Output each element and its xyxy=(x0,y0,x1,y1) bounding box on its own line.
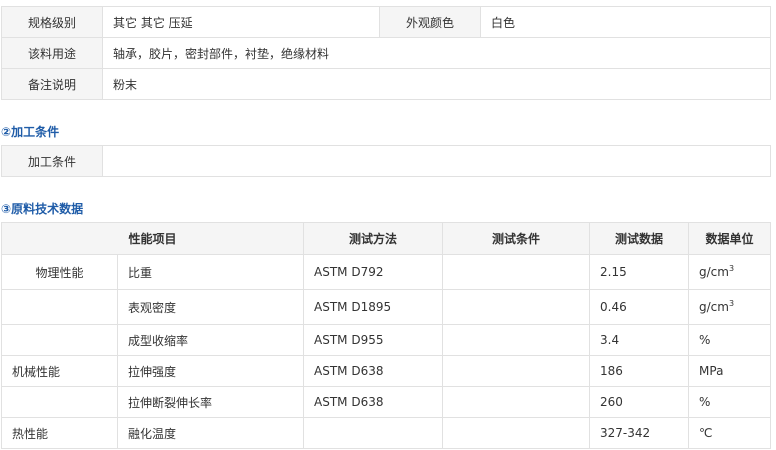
unit-superscript: 3 xyxy=(728,264,735,273)
value-cell: 327-342 xyxy=(589,417,690,449)
processing-label: 加工条件 xyxy=(1,145,103,177)
condition-cell xyxy=(442,324,591,356)
unit-cell: % xyxy=(688,386,772,418)
value-cell: 260 xyxy=(589,386,690,418)
method-cell: ASTM D638 xyxy=(303,386,444,418)
unit-text: % xyxy=(699,395,711,409)
unit-text: g/cm xyxy=(699,300,729,314)
processing-row: 加工条件 xyxy=(1,145,771,177)
usage-row: 该料用途 轴承，胶片，密封部件，衬垫，绝缘材料 xyxy=(1,37,771,69)
usage-label: 该料用途 xyxy=(1,37,103,69)
value-cell: 0.46 xyxy=(589,289,690,325)
condition-cell xyxy=(442,417,591,449)
item-cell: 比重 xyxy=(116,254,305,290)
method-cell: ASTM D1895 xyxy=(303,289,444,325)
usage-value: 轴承，胶片，密封部件，衬垫，绝缘材料 xyxy=(102,37,771,69)
category-cell: 物理性能 xyxy=(1,254,118,290)
item-cell: 表观密度 xyxy=(116,289,305,325)
condition-cell xyxy=(442,254,591,290)
basic-info-table: 规格级别 其它 其它 压延 外观颜色 白色 该料用途 轴承，胶片，密封部件，衬垫… xyxy=(1,6,771,100)
tech-data-section-title: ③原料技术数据 xyxy=(1,202,84,216)
spec-label: 规格级别 xyxy=(1,6,103,38)
unit-cell: MPa xyxy=(688,355,772,387)
unit-text: g/cm xyxy=(699,265,729,279)
unit-cell: % xyxy=(688,324,772,356)
header-unit: 数据单位 xyxy=(688,222,772,255)
tech-data-table: 性能项目 测试方法 测试条件 测试数据 数据单位 物理性能 比重 ASTM D7… xyxy=(0,222,772,449)
item-cell: 融化温度 xyxy=(116,417,305,449)
item-cell: 拉伸强度 xyxy=(116,355,305,387)
condition-cell xyxy=(442,386,591,418)
unit-text: % xyxy=(699,333,711,347)
category-cell xyxy=(1,386,118,418)
table-row: 成型收缩率 ASTM D955 3.4 % xyxy=(1,324,772,356)
category-cell: 热性能 xyxy=(1,417,118,449)
value-cell: 186 xyxy=(589,355,690,387)
processing-section-title: ②加工条件 xyxy=(1,125,60,139)
item-cell: 成型收缩率 xyxy=(116,324,305,356)
header-data: 测试数据 xyxy=(589,222,690,255)
header-condition: 测试条件 xyxy=(442,222,591,255)
category-cell xyxy=(1,289,118,325)
condition-cell xyxy=(442,355,591,387)
unit-superscript: 3 xyxy=(728,299,735,308)
unit-text: ℃ xyxy=(699,426,713,440)
spec-value: 其它 其它 压延 xyxy=(102,6,380,38)
header-method: 测试方法 xyxy=(303,222,444,255)
unit-text: MPa xyxy=(699,364,724,378)
method-cell: ASTM D792 xyxy=(303,254,444,290)
spec-row: 规格级别 其它 其它 压延 外观颜色 白色 xyxy=(1,6,771,38)
category-cell xyxy=(1,324,118,356)
table-row: 表观密度 ASTM D1895 0.46 g/cm3 xyxy=(1,289,772,325)
method-cell: ASTM D955 xyxy=(303,324,444,356)
notes-label: 备注说明 xyxy=(1,68,103,100)
notes-value: 粉末 xyxy=(102,68,771,100)
item-cell: 拉伸断裂伸长率 xyxy=(116,386,305,418)
unit-cell: ℃ xyxy=(688,417,772,449)
condition-cell xyxy=(442,289,591,325)
table-row: 物理性能 比重 ASTM D792 2.15 g/cm3 xyxy=(1,254,772,290)
appearance-value: 白色 xyxy=(480,6,771,38)
table-row: 机械性能 拉伸强度 ASTM D638 186 MPa xyxy=(1,355,772,387)
notes-row: 备注说明 粉末 xyxy=(1,68,771,100)
table-row: 拉伸断裂伸长率 ASTM D638 260 % xyxy=(1,386,772,418)
unit-cell: g/cm3 xyxy=(688,289,772,325)
header-property: 性能项目 xyxy=(0,222,305,255)
value-cell: 2.15 xyxy=(589,254,690,290)
method-cell xyxy=(303,417,444,449)
tech-header-row: 性能项目 测试方法 测试条件 测试数据 数据单位 xyxy=(0,222,772,255)
category-cell: 机械性能 xyxy=(1,355,118,387)
value-cell: 3.4 xyxy=(589,324,690,356)
unit-cell: g/cm3 xyxy=(688,254,772,290)
processing-table: 加工条件 xyxy=(1,145,771,177)
appearance-label: 外观颜色 xyxy=(379,6,481,38)
method-cell: ASTM D638 xyxy=(303,355,444,387)
table-row: 热性能 融化温度 327-342 ℃ xyxy=(1,417,772,449)
processing-value xyxy=(102,145,771,177)
